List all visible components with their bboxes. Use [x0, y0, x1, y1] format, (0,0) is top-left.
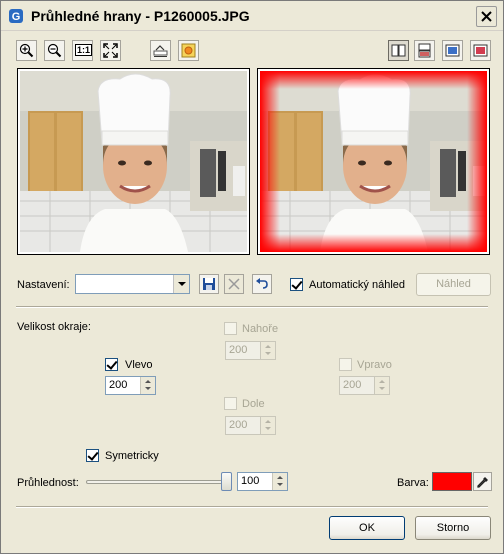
view-side-by-side-button[interactable]	[388, 40, 409, 61]
preview-button[interactable]: Náhled	[416, 273, 491, 296]
app-icon: G	[9, 9, 23, 23]
delete-icon	[228, 278, 240, 290]
save-icon	[203, 278, 215, 290]
top-bottom-icon	[418, 43, 431, 58]
auto-preview-label: Automatický náhled	[309, 279, 405, 291]
left-label: Vlevo	[125, 359, 153, 371]
close-icon	[481, 11, 492, 22]
top-value: 200	[229, 344, 248, 356]
left-checkbox[interactable]	[105, 358, 118, 371]
right-value: 200	[343, 379, 362, 391]
sun-icon	[181, 43, 196, 58]
settings-label: Nastavení:	[17, 279, 70, 291]
svg-text:G: G	[12, 11, 21, 23]
ok-button[interactable]: OK	[329, 516, 405, 540]
top-checkbox[interactable]	[224, 322, 237, 335]
delete-settings-button[interactable]	[224, 274, 244, 294]
result-only-icon	[473, 44, 488, 57]
color-picker-button[interactable]	[473, 472, 492, 491]
original-only-icon	[445, 44, 460, 57]
result-photo	[260, 71, 487, 252]
transparency-spinner[interactable]: 100	[237, 472, 288, 491]
view-result-button[interactable]	[470, 40, 491, 61]
symmetric-checkbox[interactable]	[86, 449, 99, 462]
bottom-value: 200	[229, 419, 248, 431]
original-photo	[20, 71, 247, 252]
transparency-spin-buttons[interactable]	[272, 473, 287, 490]
separator-bottom	[16, 506, 488, 508]
left-value: 200	[109, 379, 128, 391]
result-preview[interactable]	[257, 68, 490, 255]
right-spinner[interactable]: 200	[339, 376, 390, 395]
bottom-spinner[interactable]: 200	[225, 416, 276, 435]
right-label: Vpravo	[357, 359, 392, 371]
bottom-spin-buttons[interactable]	[260, 417, 275, 434]
transparency-slider-thumb[interactable]	[221, 472, 232, 491]
fit-to-window-button[interactable]	[100, 40, 121, 61]
highlight-button[interactable]	[178, 40, 199, 61]
window-title: Průhledné hrany - P1260005.JPG	[31, 8, 250, 24]
transparency-value: 100	[241, 475, 260, 487]
top-spin-buttons[interactable]	[260, 342, 275, 359]
auto-preview-checkbox[interactable]	[290, 278, 303, 291]
zoom-out-icon	[47, 43, 62, 58]
view-original-button[interactable]	[442, 40, 463, 61]
title-bar[interactable]: G Průhledné hrany - P1260005.JPG	[1, 1, 503, 31]
transparency-label: Průhlednost:	[17, 477, 79, 489]
save-settings-button[interactable]	[199, 274, 219, 294]
original-preview[interactable]	[17, 68, 250, 255]
separator-top	[16, 306, 488, 308]
actual-size-label: 1:1	[75, 44, 93, 56]
dialog-window: G Průhledné hrany - P1260005.JPG 1:1 Nas…	[0, 0, 504, 554]
transparency-slider-track[interactable]	[86, 480, 232, 484]
zoom-in-icon	[19, 43, 34, 58]
zoom-out-button[interactable]	[44, 40, 65, 61]
close-button[interactable]	[476, 6, 497, 27]
compare-button[interactable]	[150, 40, 171, 61]
left-spin-buttons[interactable]	[140, 377, 155, 394]
reset-settings-button[interactable]	[252, 274, 272, 294]
chevron-down-icon	[178, 282, 186, 286]
view-top-bottom-button[interactable]	[414, 40, 435, 61]
top-spinner[interactable]: 200	[225, 341, 276, 360]
zoom-in-button[interactable]	[16, 40, 37, 61]
right-spin-buttons[interactable]	[374, 377, 389, 394]
actual-size-button[interactable]: 1:1	[72, 40, 93, 61]
color-label: Barva:	[397, 477, 429, 489]
compare-icon	[153, 45, 168, 57]
left-spinner[interactable]: 200	[105, 376, 156, 395]
undo-icon	[256, 278, 268, 289]
dropdown-button[interactable]	[173, 275, 189, 293]
border-size-heading: Velikost okraje:	[17, 321, 91, 333]
fit-to-window-icon	[103, 43, 118, 58]
settings-select[interactable]	[75, 274, 190, 294]
top-label: Nahoře	[242, 323, 279, 335]
bottom-label: Dole	[242, 398, 265, 410]
eyedropper-icon	[477, 477, 488, 488]
color-swatch[interactable]	[432, 472, 472, 491]
bottom-checkbox[interactable]	[224, 397, 237, 410]
side-by-side-icon	[391, 44, 406, 57]
symmetric-label: Symetricky	[105, 450, 159, 462]
cancel-button[interactable]: Storno	[415, 516, 491, 540]
right-checkbox[interactable]	[339, 358, 352, 371]
